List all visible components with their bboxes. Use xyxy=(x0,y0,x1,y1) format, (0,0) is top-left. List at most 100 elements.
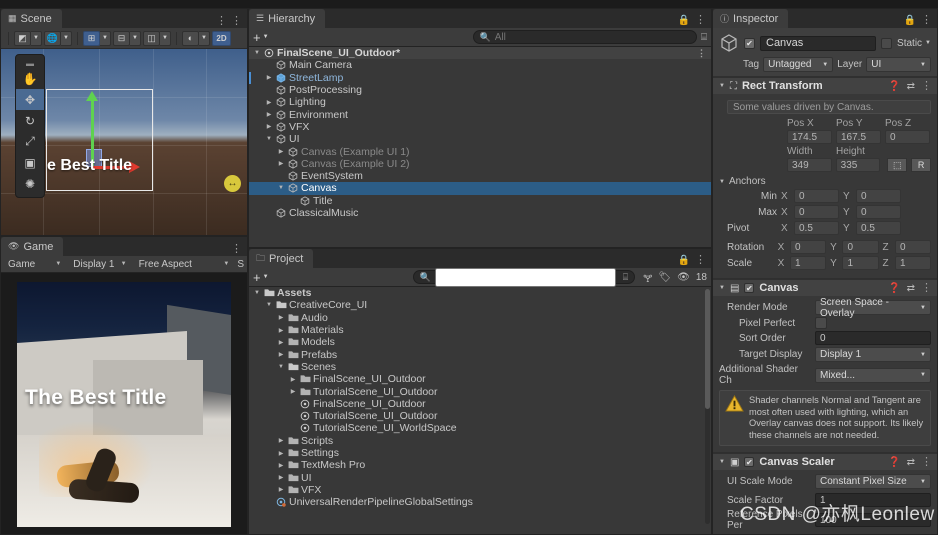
scene-panel-menu-icon[interactable]: ⋮ xyxy=(231,16,242,27)
chevron-down-icon[interactable]: ▼ xyxy=(253,290,261,296)
shader-channels-dropdown[interactable]: Mixed... ▼ xyxy=(815,367,931,383)
target-display-dropdown[interactable]: Display 1 ▼ xyxy=(815,347,931,362)
search-filter-icon[interactable]: ⌸ xyxy=(701,32,707,43)
chevron-down-icon[interactable]: ▼ xyxy=(277,364,285,370)
snap-icon[interactable]: ⊟ xyxy=(113,30,130,46)
rotate-tool[interactable]: ↻ xyxy=(16,110,44,131)
chevron-right-icon[interactable]: ▶ xyxy=(277,437,285,444)
chevron-right-icon[interactable]: ▶ xyxy=(277,450,285,457)
chevron-down-icon[interactable]: ▼ xyxy=(719,83,725,89)
chevron-down-icon[interactable]: ▼ xyxy=(925,40,931,46)
hierarchy-item-title[interactable]: ▪ Title xyxy=(249,195,711,207)
move-tool[interactable]: ✥ xyxy=(16,89,44,110)
scene-tab-menu-icon[interactable]: ⋮ xyxy=(216,16,227,27)
project-scrollbar-thumb[interactable] xyxy=(705,289,710,409)
chevron-right-icon[interactable]: ▶ xyxy=(265,123,273,130)
ui-scale-mode-dropdown[interactable]: Constant Pixel Size ▼ xyxy=(815,474,931,490)
scene-tool-view-group[interactable]: ◩ ▼ xyxy=(14,30,42,46)
project-item-materials[interactable]: ▶ Materials xyxy=(249,324,711,336)
snap-increment-group[interactable]: ⊟ ▼ xyxy=(113,30,141,46)
blueprint-mode-icon[interactable]: ⬚ xyxy=(887,158,908,172)
hierarchy-search-input[interactable] xyxy=(494,31,690,43)
grid-axis-icon[interactable]: ⊞ xyxy=(83,30,100,46)
chevron-right-icon[interactable]: ▶ xyxy=(289,376,297,383)
pixel-perfect-checkbox[interactable]: ✔ xyxy=(815,317,827,329)
preset-icon[interactable]: ⇄ xyxy=(907,457,915,468)
chevron-down-icon[interactable]: ▼ xyxy=(253,50,261,56)
hierarchy-item-postprocessing[interactable]: ▪ PostProcessing xyxy=(249,84,711,96)
canvas-scaler-enabled-checkbox[interactable]: ✔ xyxy=(744,457,755,468)
canvas-scaler-header[interactable]: ▼ ▣ ✔ Canvas Scaler ❓ ⇄ ⋮ xyxy=(713,453,937,471)
chevron-down-icon[interactable]: ▼ xyxy=(31,30,42,46)
preset-icon[interactable]: ⇄ xyxy=(907,283,915,294)
toggle-2d-button[interactable]: 2D xyxy=(212,30,231,46)
search-filter-icon[interactable]: ⌸ xyxy=(623,272,628,283)
chevron-right-icon[interactable]: ▶ xyxy=(277,339,285,346)
create-asset-button[interactable]: + ▼ xyxy=(253,271,269,284)
render-mode-dropdown[interactable]: Screen Space - Overlay ▼ xyxy=(815,297,931,319)
project-item-tutorialscene-ui-outdoor[interactable]: ▪ TutorialScene_UI_Outdoor xyxy=(249,410,711,422)
chevron-right-icon[interactable]: ▶ xyxy=(265,99,273,106)
chevron-down-icon[interactable]: ▼ xyxy=(130,30,141,46)
pivot-x-field[interactable]: 0.5 xyxy=(794,221,839,235)
chevron-right-icon[interactable]: ▶ xyxy=(289,388,297,395)
shading-mode-icon[interactable]: ◐ xyxy=(182,30,199,46)
project-item-models[interactable]: ▶ Models xyxy=(249,336,711,348)
canvas-enabled-checkbox[interactable]: ✔ xyxy=(744,283,755,293)
display-dropdown[interactable]: Display 1 ▼ xyxy=(69,257,130,271)
project-item-universalrenderpipelineglobalsettings[interactable]: ▪ UniversalRenderPipelineGlobalSettings xyxy=(249,496,711,508)
pos-y-field[interactable]: 167.5 xyxy=(836,130,881,144)
anchor-max-x-field[interactable]: 0 xyxy=(794,205,839,219)
project-item-tutorialscene-ui-outdoor[interactable]: ▶ TutorialScene_UI_Outdoor xyxy=(249,385,711,398)
transform-tool[interactable]: ✺ xyxy=(16,173,44,194)
pos-x-field[interactable]: 174.5 xyxy=(787,130,832,144)
anchor-min-y-field[interactable]: 0 xyxy=(856,189,901,203)
canvas-header[interactable]: ▼ ▤ ✔ Canvas ❓ ⇄ ⋮ xyxy=(713,279,937,296)
hidden-count-icon[interactable]: 👁 xyxy=(677,272,690,283)
add-gameobject-button[interactable]: + ▼ xyxy=(253,31,269,44)
raw-edit-mode-button[interactable]: R xyxy=(911,158,931,172)
hierarchy-item-streetlamp[interactable]: ▶ StreetLamp xyxy=(249,71,711,84)
rotation-x-field[interactable]: 0 xyxy=(789,240,827,254)
project-item-tutorialscene-ui-worldspace[interactable]: ▪ TutorialScene_UI_WorldSpace xyxy=(249,422,711,434)
game-panel-menu-icon[interactable]: ⋮ xyxy=(231,244,242,255)
rect-transform-header[interactable]: ▼ ⛶ Rect Transform ❓ ⇄ ⋮ xyxy=(713,77,937,94)
scale-tool[interactable]: ⤢ xyxy=(16,131,44,152)
chevron-right-icon[interactable]: ▶ xyxy=(277,160,285,167)
scene-camera-icon[interactable]: ◫ xyxy=(143,30,160,46)
preset-icon[interactable]: ⇄ xyxy=(907,81,915,92)
project-item-finalscene-ui-outdoor[interactable]: ▪ FinalScene_UI_Outdoor xyxy=(249,398,711,410)
scale-x-field[interactable]: 1 xyxy=(789,256,827,270)
project-item-finalscene-ui-outdoor[interactable]: ▶ FinalScene_UI_Outdoor xyxy=(249,373,711,385)
chevron-down-icon[interactable]: ▼ xyxy=(277,185,285,191)
resize-handle-icon[interactable]: ↔ xyxy=(224,175,241,192)
project-item-prefabs[interactable]: ▶ Prefabs xyxy=(249,348,711,361)
component-menu-icon[interactable]: ⋮ xyxy=(921,456,932,467)
chevron-right-icon[interactable]: ▶ xyxy=(277,462,285,469)
project-panel-menu-icon[interactable]: ⋮ xyxy=(695,255,706,266)
chevron-down-icon[interactable]: ▼ xyxy=(719,459,725,465)
inspector-panel-menu-icon[interactable]: ⋮ xyxy=(921,15,932,26)
overlay-drag-handle[interactable]: ▬ xyxy=(16,58,44,68)
component-menu-icon[interactable]: ⋮ xyxy=(921,282,932,293)
shading-mode-group[interactable]: ◐ ▼ xyxy=(182,30,210,46)
project-item-scripts[interactable]: ▶ Scripts xyxy=(249,435,711,447)
lock-icon[interactable]: 🔒 xyxy=(904,15,916,26)
tab-inspector[interactable]: ⓘ Inspector xyxy=(713,9,789,28)
chevron-right-icon[interactable]: ▶ xyxy=(277,486,285,493)
scale-z-field[interactable]: 1 xyxy=(894,256,932,270)
game-mode-dropdown[interactable]: Game ▼ xyxy=(4,257,65,271)
chevron-down-icon[interactable]: ▼ xyxy=(160,30,171,46)
chevron-down-icon[interactable]: ▼ xyxy=(100,30,111,46)
hierarchy-search-box[interactable]: 🔍 xyxy=(472,30,697,44)
chevron-down-icon[interactable]: ▼ xyxy=(61,30,72,46)
chevron-down-icon[interactable]: ▼ xyxy=(719,285,725,291)
help-icon[interactable]: ❓ xyxy=(888,81,900,92)
tab-game[interactable]: 👁 Game xyxy=(1,237,64,256)
hierarchy-panel-menu-icon[interactable]: ⋮ xyxy=(695,15,706,26)
lock-icon[interactable]: 🔒 xyxy=(678,255,690,266)
global-local-icon[interactable]: 🌐 xyxy=(44,30,61,46)
grid-snap-group[interactable]: ⊞ ▼ xyxy=(83,30,111,46)
component-menu-icon[interactable]: ⋮ xyxy=(921,80,932,91)
hierarchy-tree[interactable]: ▼ FinalScene_UI_Outdoor* ⋮ ▪ Main Camera ▶ Str… xyxy=(249,47,711,247)
